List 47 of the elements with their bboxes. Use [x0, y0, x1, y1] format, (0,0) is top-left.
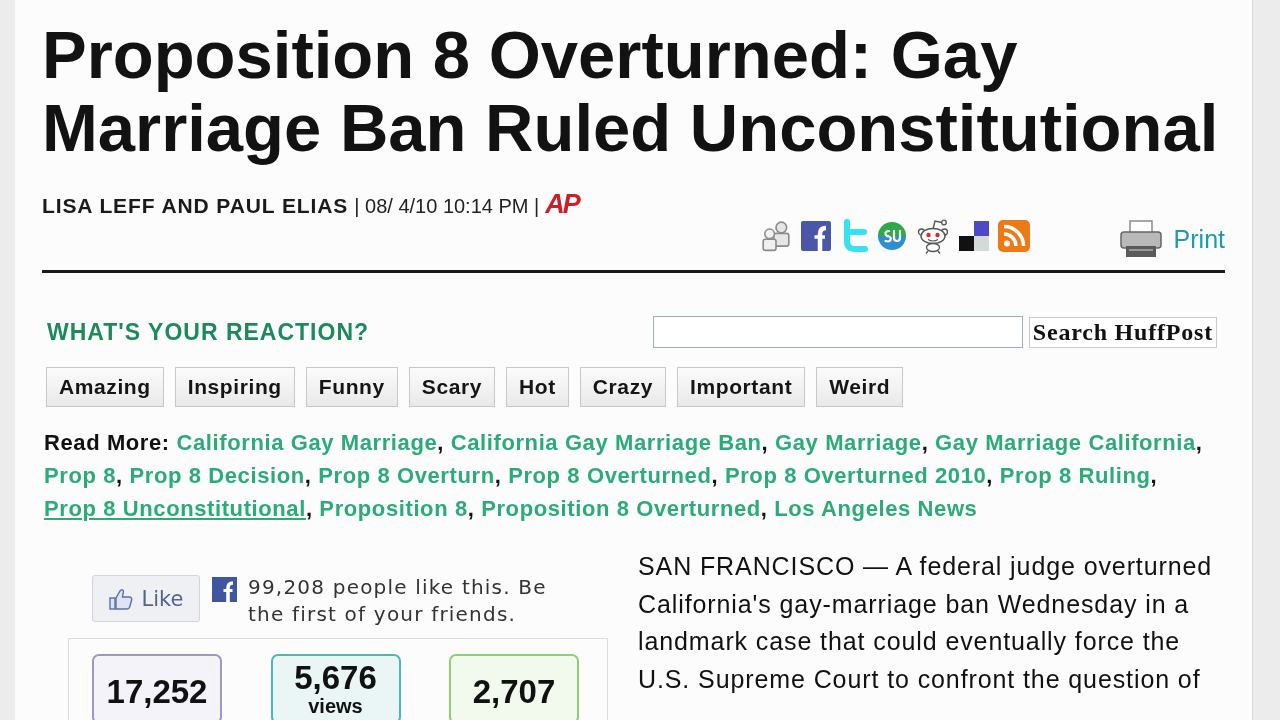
print-link[interactable]: Print: [1173, 224, 1225, 254]
tag-link[interactable]: Proposition 8 Overturned: [481, 496, 761, 521]
headline: Proposition 8 Overturned: Gay Marriage Ban Ruled Unconstitutional: [42, 16, 1220, 164]
reaction-button[interactable]: Crazy: [579, 367, 666, 407]
tag-link[interactable]: Gay Marriage California: [935, 430, 1196, 455]
tag-link[interactable]: Prop 8 Decision: [129, 463, 305, 488]
stumbleupon-icon[interactable]: [876, 221, 907, 251]
source-logo: AP: [545, 192, 581, 216]
tag-link[interactable]: Prop 8 Overturned: [508, 463, 712, 488]
search-button[interactable]: Search HuffPost: [1028, 316, 1217, 348]
tag-link[interactable]: Prop 8 Unconstitutional: [44, 496, 306, 521]
reaction-button[interactable]: Weird: [816, 367, 904, 407]
article-dateline: | 08/ 4/10 10:14 PM |: [354, 194, 540, 218]
author-byline: LISA LEFF AND PAUL ELIAS: [42, 194, 349, 218]
tag-link[interactable]: California Gay Marriage: [176, 430, 438, 455]
reaction-button[interactable]: Scary: [408, 367, 495, 407]
tag-link[interactable]: Prop 8 Overturn: [318, 463, 495, 488]
counter-value: 17,252: [106, 672, 208, 712]
search-field[interactable]: [652, 316, 1023, 348]
article-body: SAN FRANCISCO — A federal judge overturned California's gay-marriage ban Wednesday in a landmark case that could eventually force the U.S. Supreme Court to confront the question of: [638, 551, 1214, 695]
tag-link[interactable]: Gay Marriage: [775, 430, 922, 455]
squares-icon[interactable]: [958, 221, 989, 251]
tag-link[interactable]: Prop 8: [44, 463, 117, 488]
tag-link[interactable]: Prop 8 Overturned 2010: [724, 463, 987, 488]
tag-link[interactable]: Prop 8 Ruling: [999, 463, 1151, 488]
reaction-button[interactable]: Funny: [305, 367, 398, 407]
rss-icon[interactable]: [997, 220, 1030, 252]
facebook-icon[interactable]: [800, 221, 831, 251]
reaction-heading: WHAT'S YOUR REACTION?: [47, 318, 370, 346]
read-more-tags: Read More: California Gay Marriage, California Gay Marriage Ban, Gay Marriage, Gay Marriage California, Prop 8, Prop 8 Decision, Prop 8 Overturn, Prop 8 Overturned, Prop 8 Overturned 2010, Prop 8 Ruling, Prop 8 Unconstitutional, Proposition 8, Proposition 8 Overturned, Los Angeles News: [42, 426, 1225, 525]
counter-label: views: [308, 695, 363, 717]
tag-link[interactable]: California Gay Marriage Ban: [450, 430, 762, 455]
reaction-button[interactable]: Inspiring: [174, 367, 295, 407]
thumbs-up-icon: [108, 587, 133, 610]
alien-icon[interactable]: [915, 218, 950, 254]
tag-link[interactable]: Los Angeles News: [774, 496, 978, 521]
people-icon[interactable]: [759, 220, 792, 252]
tag-link[interactable]: Proposition 8: [319, 496, 468, 521]
reaction-button[interactable]: Amazing: [46, 367, 164, 407]
like-count-text: 99,208 people like this. Be the first of your friends.: [248, 574, 548, 628]
reaction-button[interactable]: Hot: [506, 367, 569, 407]
reaction-button[interactable]: Important: [677, 367, 806, 407]
facebook-icon: [212, 577, 237, 602]
printer-icon[interactable]: [1119, 220, 1162, 258]
counter-value: 2,707: [472, 672, 556, 712]
like-button[interactable]: Like: [92, 575, 200, 622]
counter-value: 5,676: [294, 661, 377, 695]
